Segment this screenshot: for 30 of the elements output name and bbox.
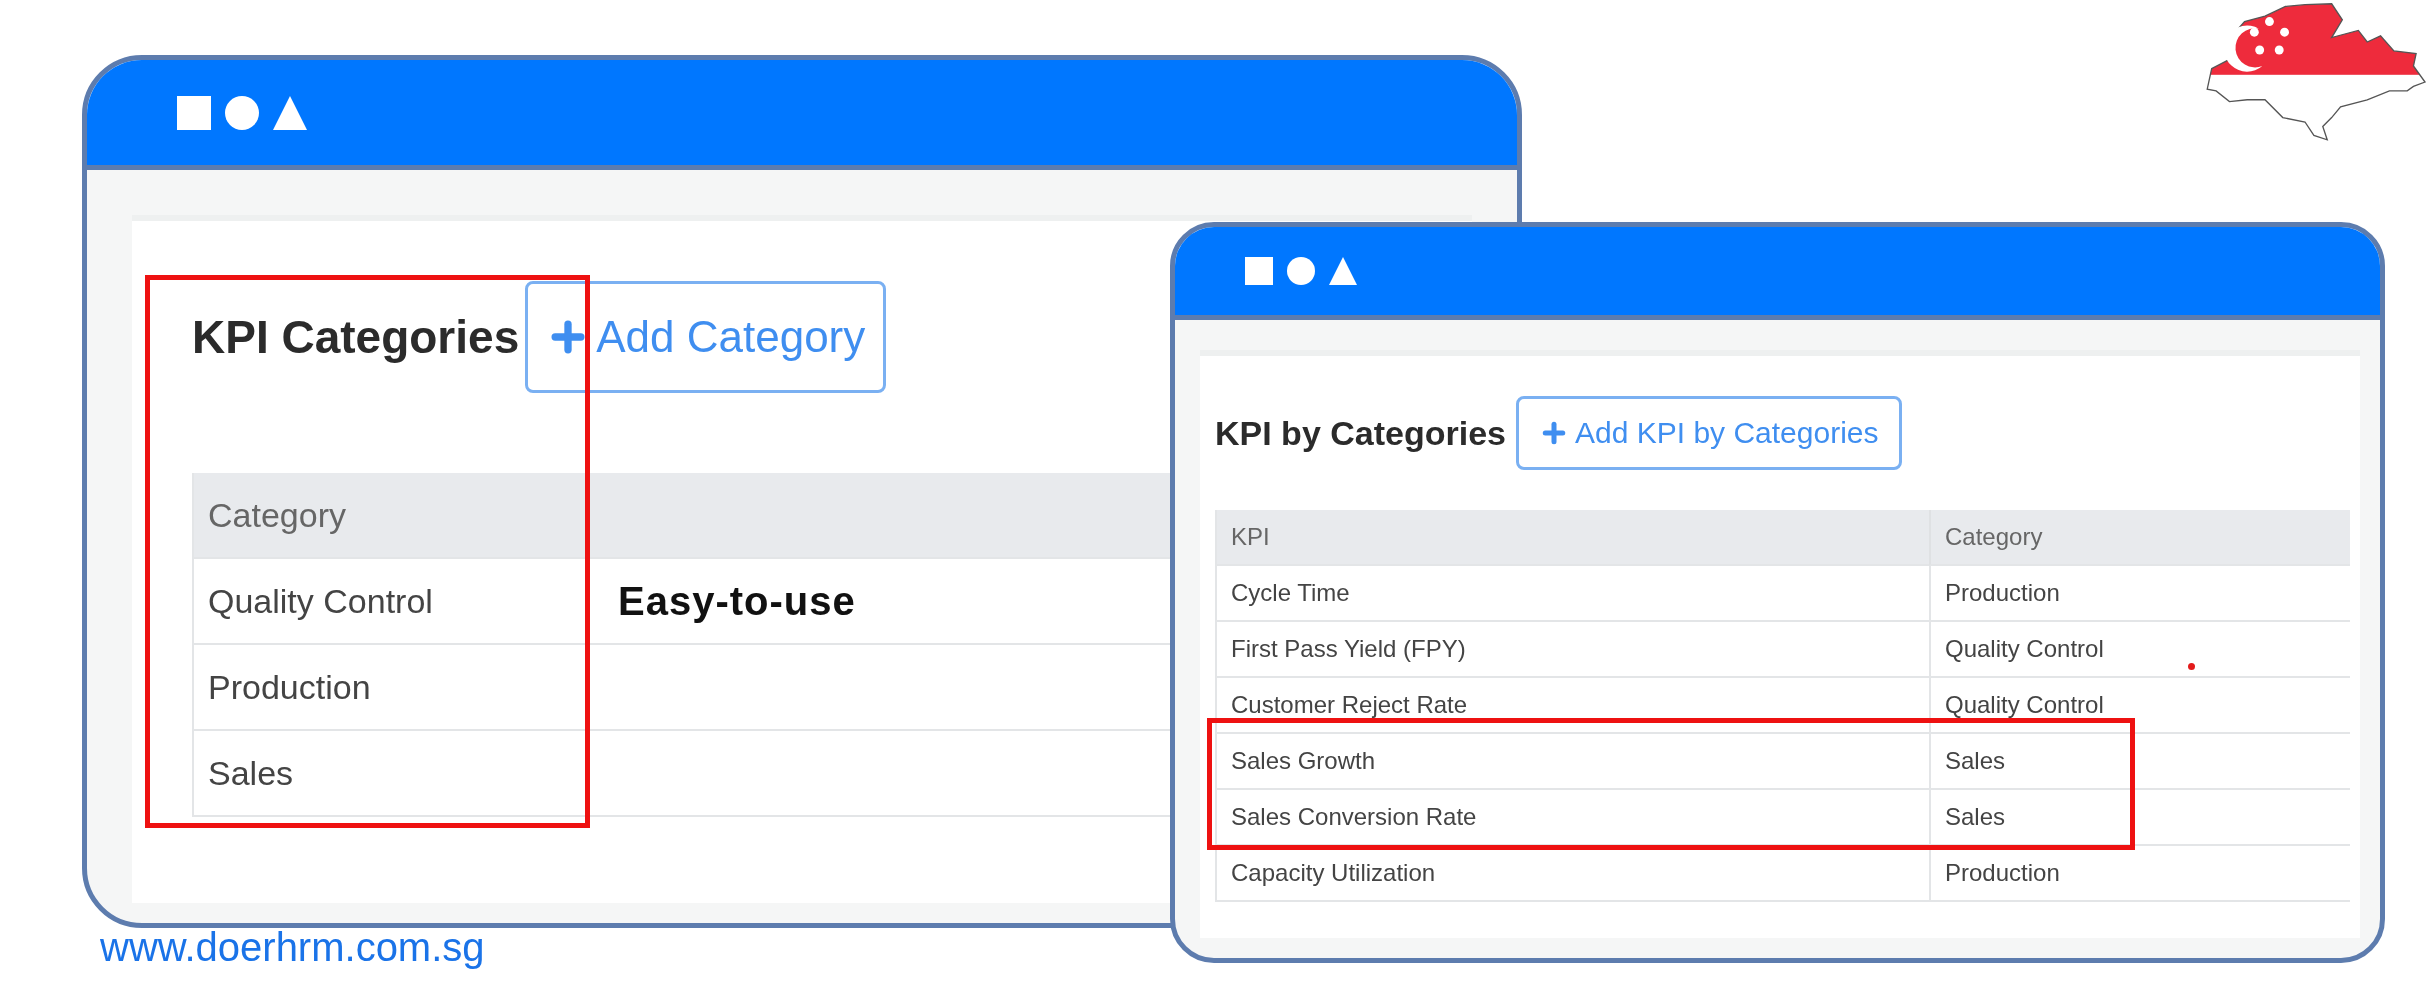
add-button[interactable]: Add KPI by Categories xyxy=(1516,396,1902,470)
table-cell: Customer Reject Rate xyxy=(1217,678,1929,734)
website-link[interactable]: www.doerhrm.com.sg xyxy=(100,925,485,970)
table-cell: Cycle Time xyxy=(1217,566,1929,622)
circle-icon xyxy=(1287,257,1315,285)
table-cell: Sales xyxy=(1929,734,2350,790)
table-cell: Quality Control xyxy=(1929,678,2350,734)
table-cell: Sales xyxy=(194,731,564,817)
table-cell: Quality Control xyxy=(194,559,564,645)
table-cell: Sales Growth xyxy=(1217,734,1929,790)
tagline: Easy-to-use xyxy=(617,578,856,624)
add-button[interactable]: Add Category xyxy=(525,281,887,393)
circle-icon xyxy=(225,95,259,130)
triangle-icon xyxy=(273,95,307,130)
table-cell: Production xyxy=(1929,846,2350,902)
table-cell: Production xyxy=(194,645,564,731)
column-header: KPI xyxy=(1217,510,1929,566)
dot-mark xyxy=(2188,663,2195,670)
page-heading: KPI Categories xyxy=(192,310,520,364)
column-header: Category xyxy=(194,473,564,559)
table-cell: Capacity Utilization xyxy=(1217,846,1929,902)
square-icon xyxy=(1245,257,1273,285)
column-header: Category xyxy=(1929,510,2350,566)
square-icon xyxy=(177,95,211,130)
table-cell: Sales xyxy=(1929,790,2350,846)
table-cell: Quality Control xyxy=(1929,622,2350,678)
table-cell: Production xyxy=(1929,566,2350,622)
page-heading: KPI by Categories xyxy=(1215,413,1506,453)
table-cell: First Pass Yield (FPY) xyxy=(1217,622,1929,678)
triangle-icon xyxy=(1329,257,1357,285)
